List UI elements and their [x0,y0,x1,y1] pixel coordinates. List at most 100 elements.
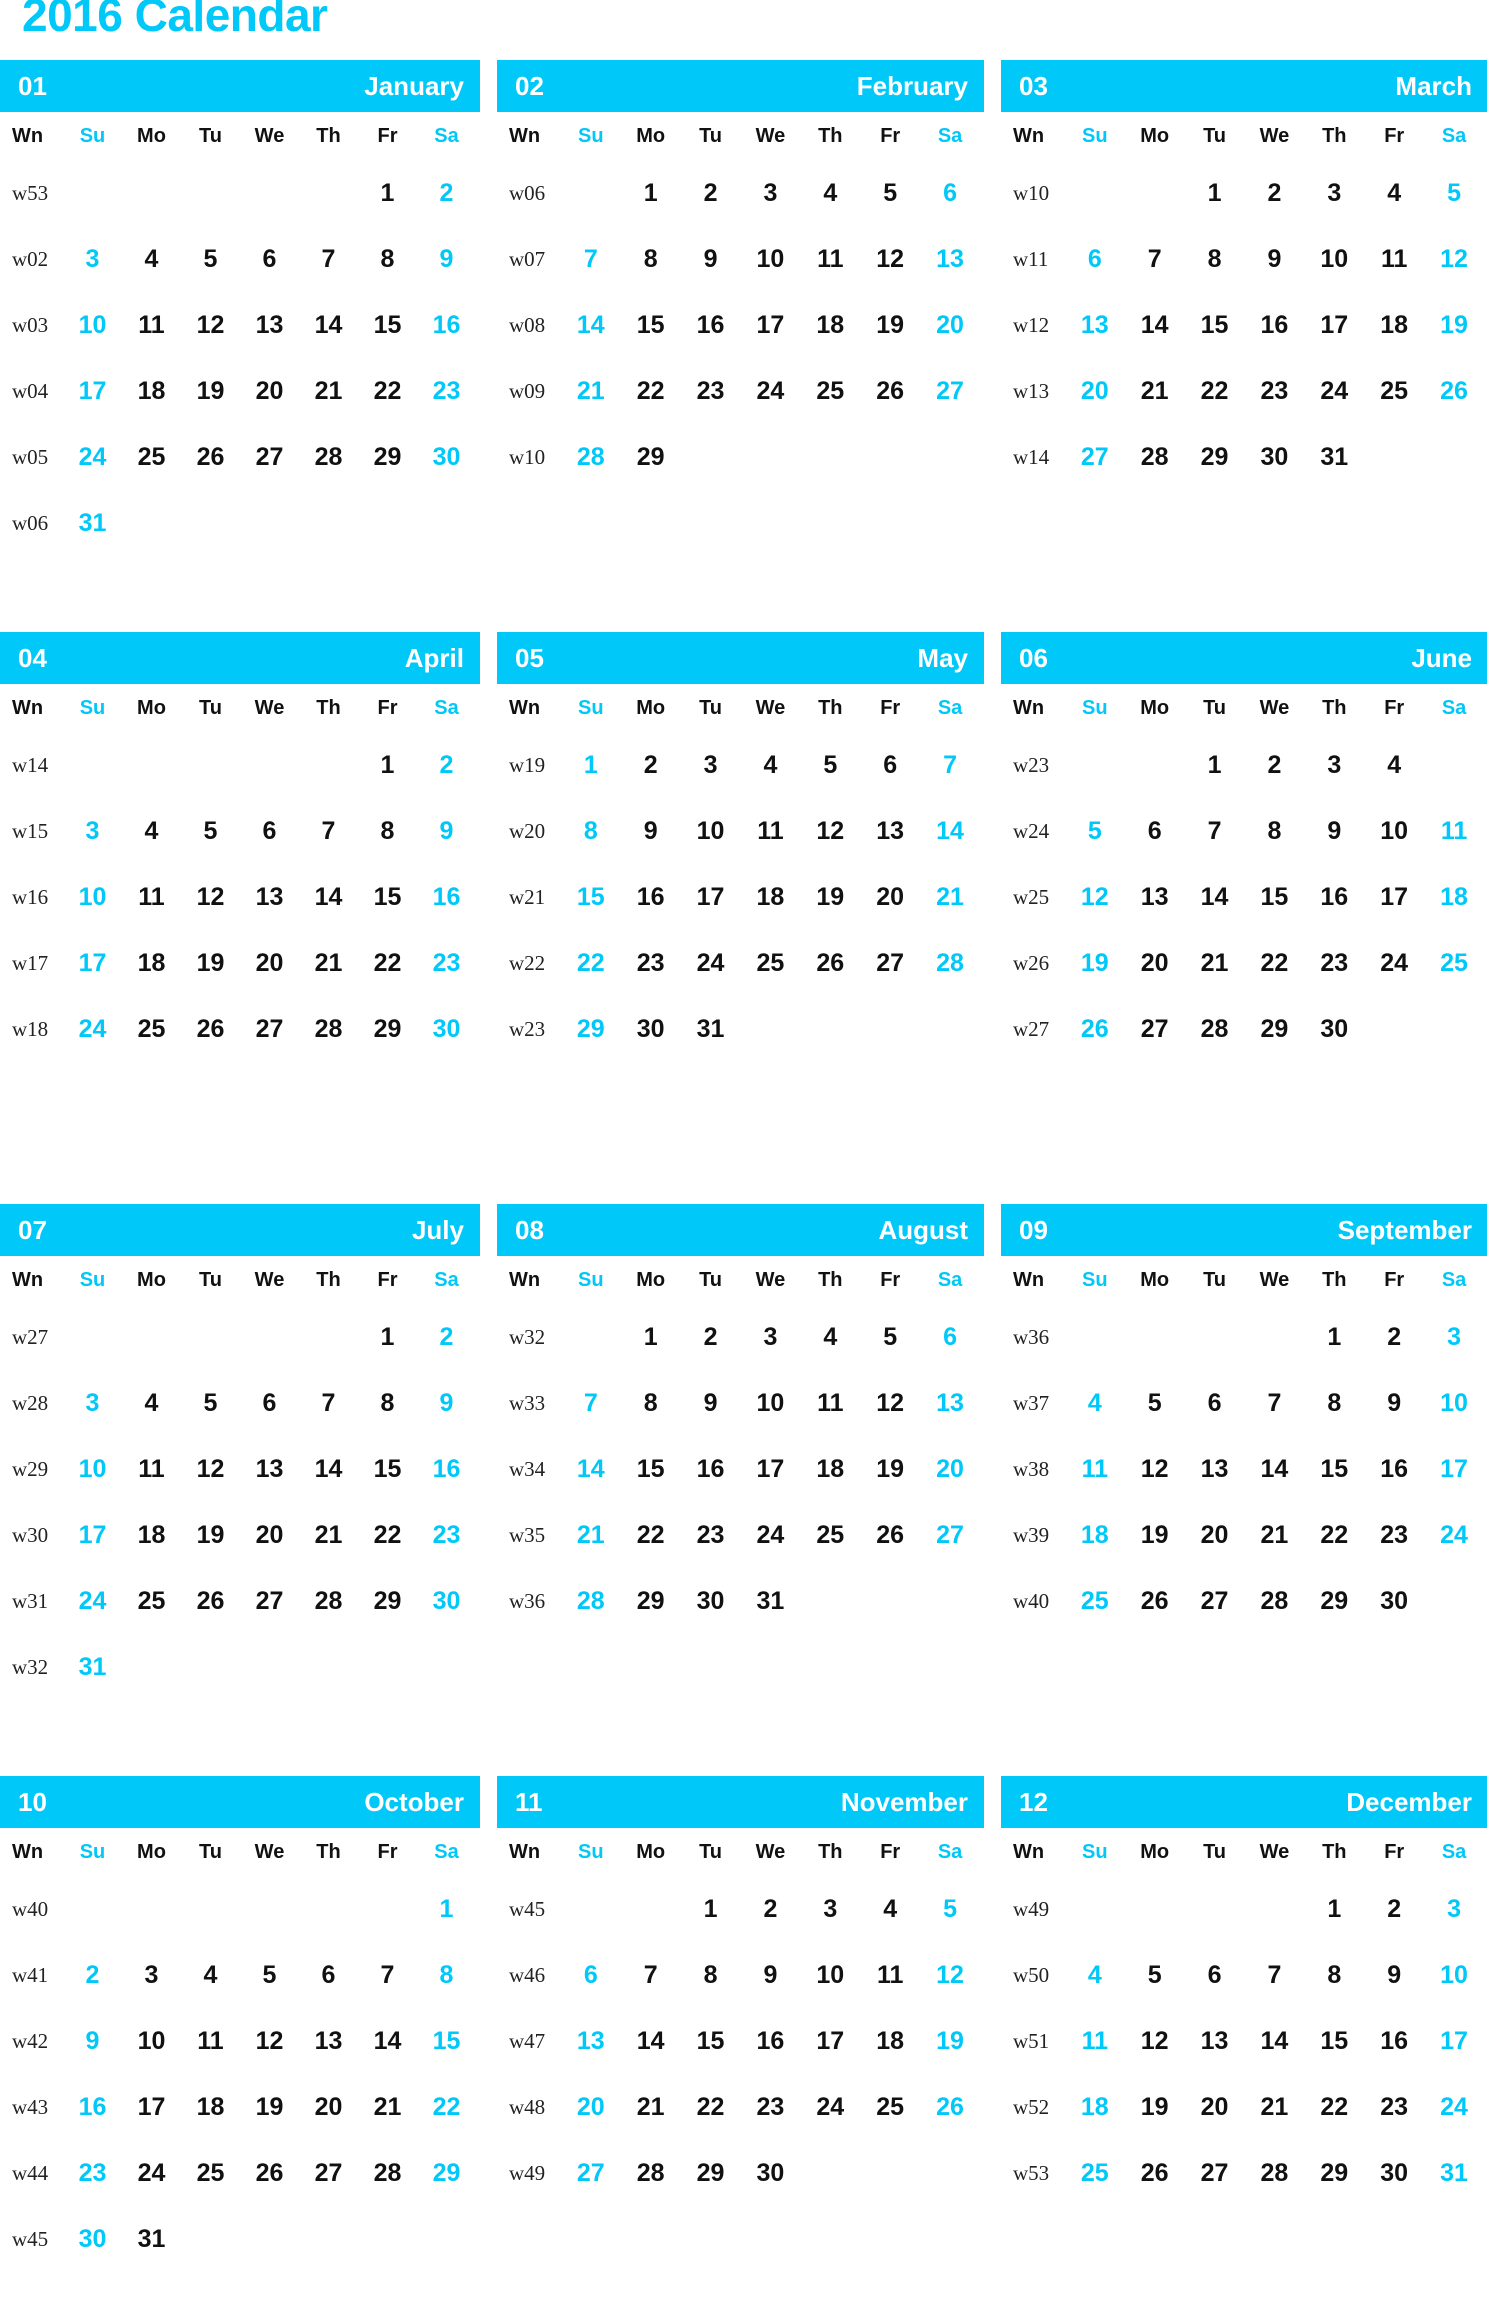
day-cell[interactable]: 10 [1424,1962,1484,1988]
day-cell[interactable]: 9 [621,818,681,844]
day-cell[interactable]: 15 [561,884,621,910]
day-cell[interactable]: 20 [561,2094,621,2120]
day-cell[interactable]: 28 [1245,2160,1305,2186]
day-cell[interactable]: 27 [240,1016,299,1042]
day-cell[interactable]: 9 [681,1390,741,1416]
day-cell[interactable]: 8 [1245,818,1305,844]
day-cell[interactable]: 8 [621,246,681,272]
day-cell[interactable]: 30 [741,2160,801,2186]
day-cell[interactable]: 18 [122,378,181,404]
day-cell[interactable]: 30 [1364,1588,1424,1614]
day-cell[interactable]: 31 [63,1654,122,1680]
day-cell[interactable]: 11 [1065,2028,1125,2054]
day-cell[interactable]: 26 [920,2094,980,2120]
day-cell[interactable]: 3 [1424,1324,1484,1350]
day-cell[interactable]: 7 [1125,246,1185,272]
day-cell[interactable]: 12 [800,818,860,844]
day-cell[interactable]: 29 [621,444,681,470]
day-cell[interactable]: 2 [1364,1324,1424,1350]
day-cell[interactable]: 21 [299,378,358,404]
day-cell[interactable]: 6 [240,818,299,844]
day-cell[interactable]: 5 [240,1962,299,1988]
day-cell[interactable]: 12 [181,884,240,910]
day-cell[interactable]: 2 [63,1962,122,1988]
day-cell[interactable]: 18 [800,312,860,338]
day-cell[interactable]: 22 [1304,1522,1364,1548]
day-cell[interactable]: 4 [122,818,181,844]
day-cell[interactable]: 21 [621,2094,681,2120]
day-cell[interactable]: 20 [240,1522,299,1548]
day-cell[interactable]: 21 [299,1522,358,1548]
day-cell[interactable]: 27 [1185,1588,1245,1614]
day-cell[interactable]: 3 [681,752,741,778]
day-cell[interactable]: 5 [920,1896,980,1922]
day-cell[interactable]: 29 [358,1016,417,1042]
day-cell[interactable]: 8 [1304,1962,1364,1988]
day-cell[interactable]: 23 [741,2094,801,2120]
day-cell[interactable]: 18 [800,1456,860,1482]
day-cell[interactable]: 24 [1424,2094,1484,2120]
day-cell[interactable]: 29 [561,1016,621,1042]
day-cell[interactable]: 2 [681,180,741,206]
day-cell[interactable]: 28 [358,2160,417,2186]
day-cell[interactable]: 17 [63,1522,122,1548]
day-cell[interactable]: 13 [561,2028,621,2054]
day-cell[interactable]: 21 [1185,950,1245,976]
day-cell[interactable]: 8 [358,1390,417,1416]
day-cell[interactable]: 18 [1065,2094,1125,2120]
day-cell[interactable]: 8 [417,1962,476,1988]
day-cell[interactable]: 27 [860,950,920,976]
day-cell[interactable]: 18 [122,1522,181,1548]
day-cell[interactable]: 25 [122,1016,181,1042]
day-cell[interactable]: 4 [122,1390,181,1416]
day-cell[interactable]: 20 [860,884,920,910]
day-cell[interactable]: 20 [1185,2094,1245,2120]
day-cell[interactable]: 17 [1364,884,1424,910]
day-cell[interactable]: 11 [800,1390,860,1416]
day-cell[interactable]: 30 [417,1016,476,1042]
day-cell[interactable]: 7 [299,246,358,272]
day-cell[interactable]: 28 [621,2160,681,2186]
day-cell[interactable]: 9 [63,2028,122,2054]
day-cell[interactable]: 22 [358,950,417,976]
day-cell[interactable]: 12 [920,1962,980,1988]
day-cell[interactable]: 25 [1364,378,1424,404]
day-cell[interactable]: 24 [800,2094,860,2120]
day-cell[interactable]: 3 [63,1390,122,1416]
day-cell[interactable]: 14 [1245,2028,1305,2054]
day-cell[interactable]: 21 [1245,2094,1305,2120]
day-cell[interactable]: 6 [920,180,980,206]
day-cell[interactable]: 2 [417,1324,476,1350]
day-cell[interactable]: 3 [1424,1896,1484,1922]
day-cell[interactable]: 4 [800,180,860,206]
day-cell[interactable]: 21 [358,2094,417,2120]
day-cell[interactable]: 11 [800,246,860,272]
day-cell[interactable]: 1 [1304,1324,1364,1350]
day-cell[interactable]: 14 [1245,1456,1305,1482]
day-cell[interactable]: 20 [299,2094,358,2120]
day-cell[interactable]: 17 [1424,1456,1484,1482]
day-cell[interactable]: 20 [1065,378,1125,404]
day-cell[interactable]: 5 [181,818,240,844]
day-cell[interactable]: 30 [417,444,476,470]
day-cell[interactable]: 22 [621,1522,681,1548]
day-cell[interactable]: 17 [741,312,801,338]
day-cell[interactable]: 4 [860,1896,920,1922]
day-cell[interactable]: 16 [417,884,476,910]
day-cell[interactable]: 24 [741,378,801,404]
day-cell[interactable]: 25 [800,378,860,404]
day-cell[interactable]: 19 [860,312,920,338]
day-cell[interactable]: 20 [920,312,980,338]
day-cell[interactable]: 7 [1245,1962,1305,1988]
day-cell[interactable]: 4 [122,246,181,272]
day-cell[interactable]: 14 [299,1456,358,1482]
day-cell[interactable]: 11 [122,312,181,338]
day-cell[interactable]: 24 [741,1522,801,1548]
day-cell[interactable]: 13 [1185,1456,1245,1482]
day-cell[interactable]: 13 [1185,2028,1245,2054]
day-cell[interactable]: 28 [920,950,980,976]
day-cell[interactable]: 21 [920,884,980,910]
day-cell[interactable]: 31 [741,1588,801,1614]
day-cell[interactable]: 30 [417,1588,476,1614]
day-cell[interactable]: 18 [1424,884,1484,910]
